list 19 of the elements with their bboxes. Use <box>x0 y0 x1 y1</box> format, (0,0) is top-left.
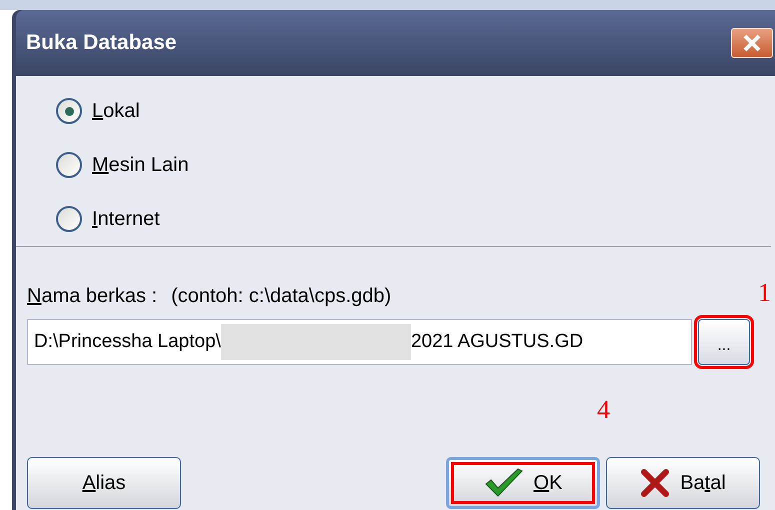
radio-button[interactable] <box>56 152 82 178</box>
radio-option[interactable]: Mesin Lain <box>56 150 189 180</box>
radio-option[interactable]: Internet <box>56 204 160 234</box>
field-label: Nama berkas : <box>27 284 158 309</box>
field-hint: (contoh: c:\data\cps.gdb) <box>171 284 392 309</box>
window-title: Buka Database <box>26 30 177 56</box>
file-path-field[interactable]: D:\Princessha Laptop\ 2021 AGUSTUS.GD <box>27 319 692 365</box>
radio-button[interactable] <box>56 206 82 232</box>
radio-button[interactable] <box>56 98 82 124</box>
check-icon <box>484 468 524 498</box>
cross-icon <box>640 468 670 498</box>
close-icon <box>742 34 762 52</box>
close-button[interactable] <box>731 28 773 58</box>
annotation-number: 1 <box>758 277 771 309</box>
alias-button[interactable]: Alias <box>27 457 181 509</box>
annotation-number: 4 <box>597 394 610 426</box>
cancel-button[interactable]: Batal <box>606 457 760 509</box>
ok-button[interactable]: OK <box>446 457 600 509</box>
radio-option[interactable]: Lokal <box>56 96 140 126</box>
